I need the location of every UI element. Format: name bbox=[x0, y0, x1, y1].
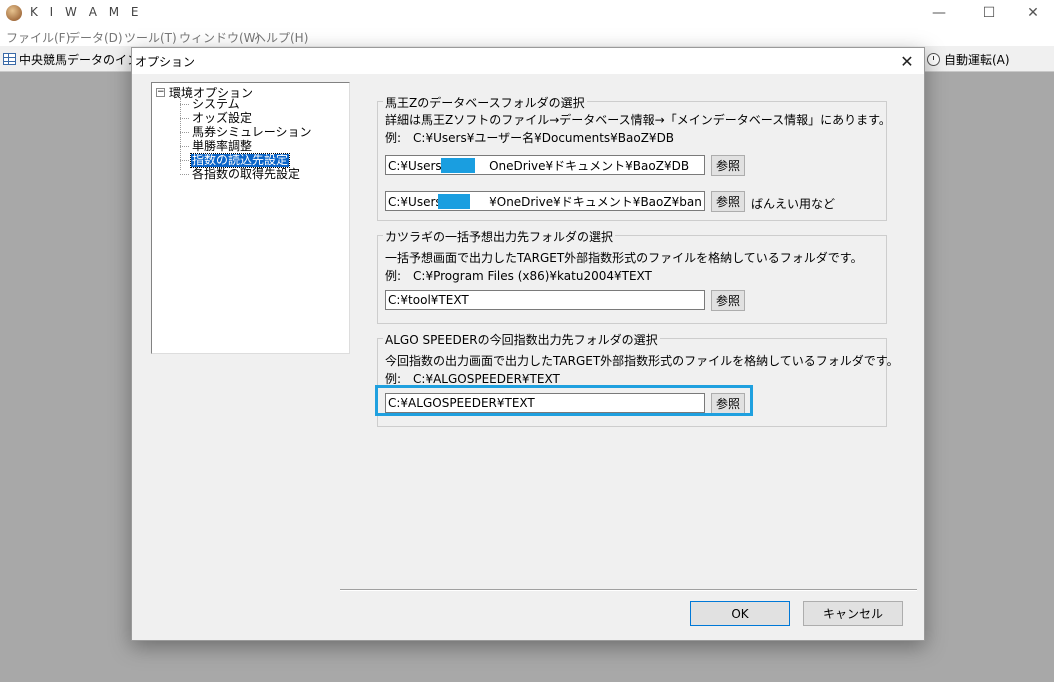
browse-button[interactable]: 参照 bbox=[711, 191, 745, 212]
menu-tools[interactable]: ツール(T) bbox=[124, 29, 177, 46]
button-separator bbox=[340, 589, 917, 591]
browse-button[interactable]: 参照 bbox=[711, 290, 745, 311]
tree-item-label: 馬券シミュレーション bbox=[192, 124, 312, 139]
import-tab[interactable]: 中央競馬データのインポ bbox=[3, 50, 151, 68]
clock-icon bbox=[927, 52, 940, 66]
group-example: 例: C:¥Program Files (x86)¥katu2004¥TEXT bbox=[385, 269, 652, 283]
menu-bar: ファイル(F) データ(D) ツール(T) ウィンドウ(W) ヘルプ(H) bbox=[0, 26, 1054, 46]
tree-item-index-fetch[interactable]: 各指数の取得先設定 bbox=[180, 167, 301, 181]
dialog-titlebar: オプション ✕ bbox=[132, 48, 924, 74]
tree-item-odds[interactable]: オッズ設定 bbox=[180, 111, 253, 125]
app-title: K I W A M E bbox=[30, 5, 143, 19]
autorun-button[interactable]: 自動運転(A) bbox=[927, 50, 1010, 68]
collapse-icon[interactable]: − bbox=[156, 88, 165, 97]
tree-item-label: オッズ設定 bbox=[192, 110, 253, 125]
banei-note: ばんえい用など bbox=[751, 197, 836, 211]
group-description: 今回指数の出力画面で出力したTARGET外部指数形式のファイルを格納しているフォ… bbox=[385, 354, 899, 368]
tree-item-label: システム bbox=[192, 96, 240, 111]
menu-help[interactable]: ヘルプ(H) bbox=[254, 29, 308, 46]
tree-item-simulation[interactable]: 馬券シミュレーション bbox=[180, 125, 313, 139]
tree-item-label: 単勝率調整 bbox=[192, 138, 253, 153]
table-icon bbox=[3, 53, 16, 65]
group-description: 一括予想画面で出力したTARGET外部指数形式のファイルを格納しているフォルダで… bbox=[385, 251, 863, 265]
dialog-close-button[interactable]: ✕ bbox=[896, 50, 918, 72]
tree-item-label: 指数の読込先設定 bbox=[189, 152, 291, 168]
banei-db-path-input[interactable] bbox=[385, 191, 705, 211]
autorun-label: 自動運転(A) bbox=[944, 52, 1010, 67]
tree-item-system[interactable]: システム bbox=[180, 97, 241, 111]
group-title: カツラギの一括予想出力先フォルダの選択 bbox=[383, 228, 616, 245]
highlight-box bbox=[375, 385, 753, 416]
main-titlebar: K I W A M E — ☐ ✕ bbox=[0, 0, 1054, 26]
options-dialog: オプション ✕ − 環境オプション システム オッズ設定 馬券シミュレーション … bbox=[131, 47, 925, 641]
group-description: 詳細は馬王Zソフトのファイル→データベース情報→「メインデータベース情報」にあり… bbox=[385, 113, 891, 127]
redaction-mask bbox=[441, 158, 475, 173]
close-window-button[interactable]: ✕ bbox=[1010, 0, 1054, 26]
tree-item-win-rate[interactable]: 単勝率調整 bbox=[180, 139, 253, 153]
group-example: 例: C:¥Users¥ユーザー名¥Documents¥BaoZ¥DB bbox=[385, 131, 675, 145]
menu-file[interactable]: ファイル(F) bbox=[6, 29, 70, 46]
minimize-button[interactable]: — bbox=[916, 0, 962, 26]
baoz-db-group: 馬王Zのデータベースフォルダの選択 詳細は馬王Zソフトのファイル→データベース情… bbox=[377, 94, 891, 221]
tree-item-index-source[interactable]: 指数の読込先設定 bbox=[180, 152, 291, 168]
app-logo-icon bbox=[6, 5, 22, 21]
maximize-button[interactable]: ☐ bbox=[966, 0, 1012, 26]
options-tree: − 環境オプション システム オッズ設定 馬券シミュレーション 単勝率調整 指数… bbox=[151, 82, 350, 354]
menu-data[interactable]: データ(D) bbox=[68, 29, 123, 46]
group-title: 馬王Zのデータベースフォルダの選択 bbox=[383, 94, 587, 111]
katsuragi-path-input[interactable] bbox=[385, 290, 705, 310]
tree-item-label: 各指数の取得先設定 bbox=[192, 166, 301, 181]
baoz-db-path-input[interactable] bbox=[385, 155, 705, 175]
menu-window[interactable]: ウィンドウ(W) bbox=[179, 29, 260, 46]
browse-button[interactable]: 参照 bbox=[711, 155, 745, 176]
cancel-button[interactable]: キャンセル bbox=[803, 601, 903, 626]
katsuragi-group: カツラギの一括予想出力先フォルダの選択 一括予想画面で出力したTARGET外部指… bbox=[377, 228, 887, 324]
redaction-mask bbox=[438, 194, 470, 209]
group-title: ALGO SPEEDERの今回指数出力先フォルダの選択 bbox=[383, 331, 660, 348]
ok-button[interactable]: OK bbox=[690, 601, 790, 626]
dialog-title: オプション bbox=[135, 55, 196, 69]
